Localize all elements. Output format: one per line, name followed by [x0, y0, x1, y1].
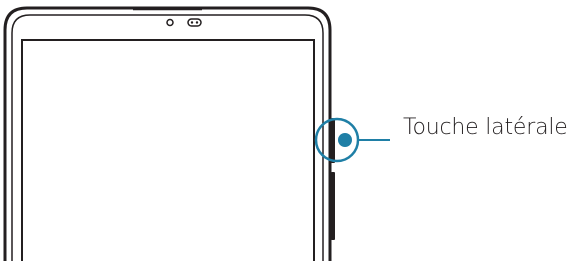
volume-key	[331, 172, 335, 240]
tablet-outer-frame	[3, 6, 332, 261]
side-key	[331, 118, 335, 163]
front-camera-icon	[166, 18, 174, 27]
side-key-label: Touche latérale	[403, 115, 568, 140]
tablet-inner-bezel	[11, 14, 324, 261]
side-key-highlight-dot	[338, 133, 352, 147]
sensor-dot-right	[195, 21, 199, 24]
tablet-screen	[21, 39, 315, 261]
sensor-dot-left	[190, 21, 194, 24]
sensor-icon	[187, 18, 202, 27]
